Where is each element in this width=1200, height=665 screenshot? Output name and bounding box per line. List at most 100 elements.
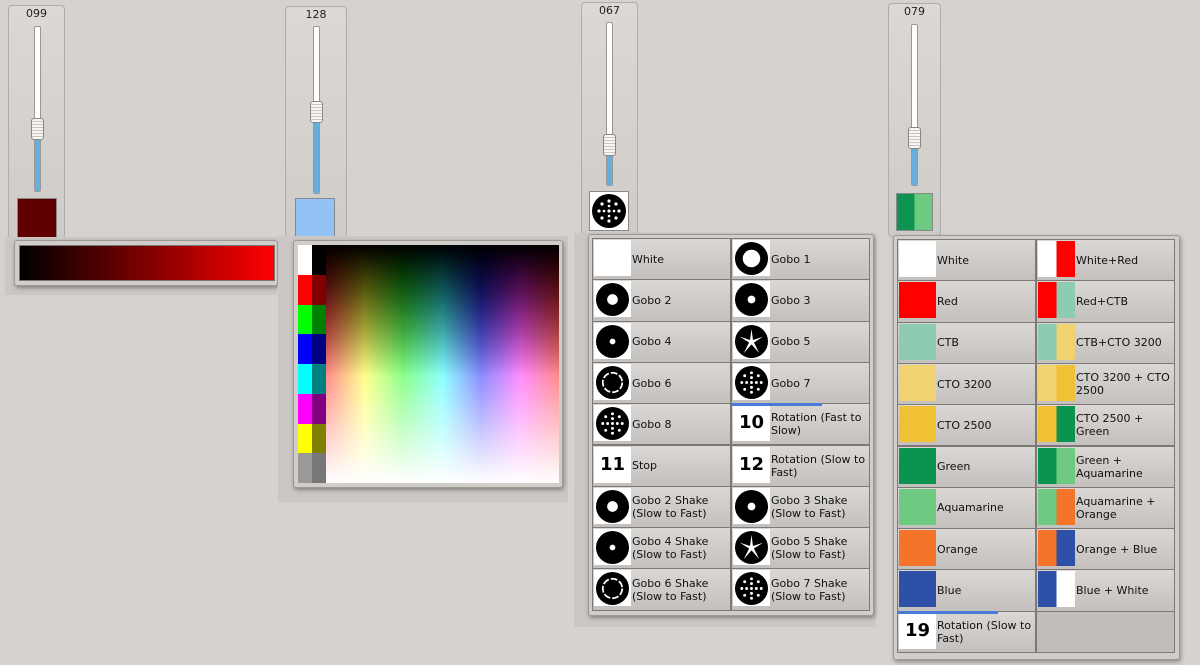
gobo-menu-item-icon (733, 240, 770, 276)
preset-color-chip[interactable] (298, 393, 312, 424)
color-menu-item[interactable]: 19 Rotation (Slow to Fast) (897, 610, 1036, 653)
fader-handle[interactable] (603, 134, 616, 157)
gobo-menu-item[interactable]: 10 Rotation (Fast to Slow) (731, 403, 870, 446)
color-menu-item[interactable]: Orange + Blue (1036, 528, 1175, 571)
preset-color-chip[interactable] (298, 423, 312, 454)
color-menu-item-label: CTO 2500 + Green (1076, 412, 1144, 439)
gobo-menu-item-icon (594, 281, 631, 318)
gobo-ring-icon (595, 365, 630, 399)
color-menu-item[interactable]: Red+CTB (1036, 280, 1175, 323)
gobo-menu-item[interactable]: White (592, 238, 731, 281)
red-gradient-bar[interactable] (19, 245, 275, 281)
color-swatch[interactable] (17, 198, 57, 238)
color-menu-item[interactable]: Aquamarine + Orange (1036, 486, 1175, 530)
gobo-menu-item[interactable]: Gobo 3 (731, 279, 870, 322)
gobo-menu-item-label: Gobo 7 Shake (Slow to Fast) (771, 576, 848, 603)
color-menu-item-swatch (1038, 323, 1075, 360)
gobo-menu-item-label: Gobo 3 (771, 293, 811, 307)
shade-color-column[interactable] (312, 245, 326, 483)
gobo-menu-item[interactable]: Gobo 1 (731, 238, 870, 281)
color-menu-item-label: Rotation (Slow to Fast) (937, 618, 1032, 645)
gobo-dots-icon (592, 194, 626, 228)
color-menu-item[interactable]: CTO 3200 (897, 362, 1036, 406)
gobo-menu-item[interactable]: Gobo 8 (592, 403, 731, 446)
gobo-swatch[interactable] (589, 191, 629, 231)
shade-color-chip[interactable] (312, 245, 326, 275)
preset-color-chip[interactable] (298, 453, 312, 483)
color-menu-item-label: Aquamarine (937, 501, 1004, 515)
gobo-menu-item-label: Gobo 2 (632, 293, 672, 307)
color-menu-item[interactable]: Orange (897, 528, 1036, 571)
preset-color-chip[interactable] (298, 304, 312, 335)
gobo-menu-item[interactable]: 11 Stop (592, 444, 731, 487)
gobo-menu-item[interactable]: 12 Rotation (Slow to Fast) (731, 444, 870, 487)
preset-color-column[interactable] (298, 245, 312, 483)
color-menu-item[interactable]: CTO 2500 + Green (1036, 404, 1175, 447)
gobo-dots-icon (734, 365, 769, 399)
gobo-menu-item[interactable]: Gobo 2 Shake (Slow to Fast) (592, 485, 731, 529)
gobo-menu-item[interactable]: Gobo 7 (731, 361, 870, 405)
fader-handle[interactable] (310, 101, 323, 123)
active-indicator (898, 610, 998, 614)
gobo-menu-item-label: Gobo 1 (771, 252, 811, 266)
color-menu-item[interactable]: White (897, 239, 1036, 282)
color-menu-item[interactable]: White+Red (1036, 239, 1175, 282)
gobo-menu-item[interactable]: Gobo 2 (592, 279, 731, 322)
shade-color-chip[interactable] (312, 453, 326, 483)
gobo-menu-item-label: Gobo 6 (632, 376, 672, 390)
preset-color-chip[interactable] (298, 274, 312, 305)
color-menu-item[interactable]: CTO 3200 + CTO 2500 (1036, 362, 1175, 406)
gobo-menu-item[interactable]: Gobo 5 Shake (Slow to Fast) (731, 527, 870, 570)
fader-value: 079 (904, 5, 925, 18)
fader-track[interactable] (908, 24, 921, 186)
color-menu-item-label: Orange (937, 542, 978, 556)
shade-color-chip[interactable] (312, 393, 326, 424)
color-menu-item[interactable]: CTB (897, 321, 1036, 364)
color-menu-item-label: CTO 2500 (937, 418, 992, 432)
shade-color-chip[interactable] (312, 304, 326, 335)
gobo-menu-item[interactable]: Gobo 5 (731, 320, 870, 363)
hue-saturation-field[interactable] (326, 245, 559, 483)
gobo-menu-item[interactable]: Gobo 7 Shake (Slow to Fast) (731, 568, 870, 611)
color-menu-item[interactable]: Red (897, 280, 1036, 323)
color-menu-item[interactable]: Blue + White (1036, 569, 1175, 612)
color-menu-item-swatch: 19 (899, 612, 936, 649)
shade-color-chip[interactable] (312, 274, 326, 305)
shade-color-chip[interactable] (312, 334, 326, 364)
fader-handle[interactable] (31, 118, 44, 141)
fader-track[interactable] (310, 26, 323, 194)
preset-color-chip[interactable] (298, 245, 312, 275)
gobo-menu-item[interactable]: Gobo 6 (592, 361, 731, 405)
color-menu-item[interactable]: CTO 2500 (897, 404, 1036, 447)
color-menu-item-label: Aquamarine + Orange (1076, 494, 1156, 521)
color-menu-item-swatch (899, 406, 936, 443)
color-swatch[interactable] (896, 193, 933, 231)
gobo-menu-item[interactable]: Gobo 3 Shake (Slow to Fast) (731, 485, 870, 529)
item-number: 12 (738, 453, 765, 475)
fader-track[interactable] (31, 26, 44, 192)
gobo-menu-item-icon (733, 529, 770, 566)
shade-color-chip[interactable] (312, 364, 326, 394)
color-menu-item[interactable]: Blue (897, 569, 1036, 612)
color-menu-item[interactable]: Green (897, 445, 1036, 488)
fader-strip-3: 067 (581, 2, 638, 236)
gobo-menu-item-label: Stop (632, 459, 658, 473)
fader-strip-1: 099 (8, 5, 65, 239)
gobo-menu-item-label: Gobo 7 (771, 376, 811, 390)
gobo-menu-item-label: Gobo 4 Shake (Slow to Fast) (632, 535, 709, 562)
gobo-menu-item[interactable]: Gobo 4 Shake (Slow to Fast) (592, 527, 731, 570)
color-swatch[interactable] (295, 198, 335, 238)
shade-color-chip[interactable] (312, 423, 326, 454)
preset-color-chip[interactable] (298, 364, 312, 394)
fader-track[interactable] (603, 22, 616, 186)
gobo-menu-item[interactable]: Gobo 6 Shake (Slow to Fast) (592, 568, 731, 611)
gobo-menu-item[interactable]: Gobo 4 (592, 320, 731, 363)
fader-handle[interactable] (908, 126, 921, 149)
color-menu-item-label: Green + Aquamarine (1076, 453, 1143, 480)
color-menu-item[interactable]: Aquamarine (897, 486, 1036, 530)
preset-color-chip[interactable] (298, 334, 312, 364)
color-menu-item[interactable]: CTB+CTO 3200 (1036, 321, 1175, 364)
color-menu-item-label: Green (937, 460, 971, 474)
gobo-menu-item-icon (594, 322, 631, 359)
color-menu-item[interactable]: Green + Aquamarine (1036, 445, 1175, 488)
